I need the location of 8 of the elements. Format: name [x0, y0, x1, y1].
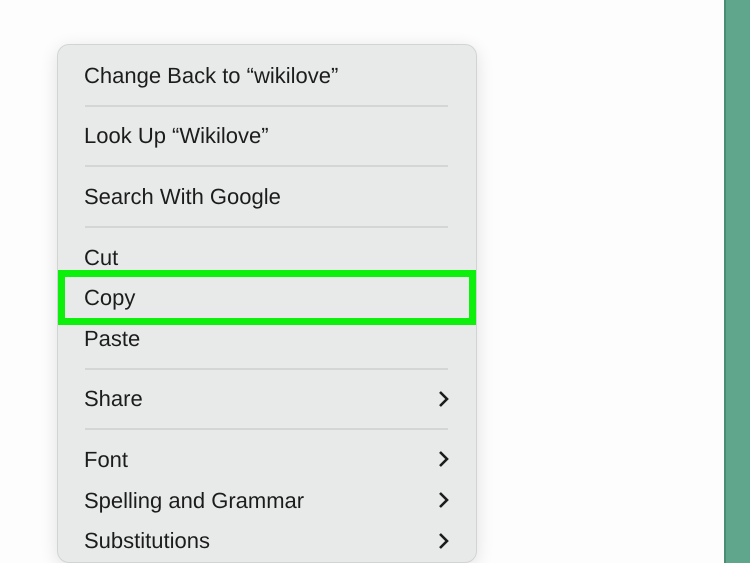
- menu-item[interactable]: Change Back to “wikilove”: [58, 55, 476, 96]
- menu-item[interactable]: Search With Google: [58, 176, 476, 217]
- menu-item[interactable]: Look Up “Wikilove”: [58, 116, 476, 156]
- menu-item[interactable]: Font: [58, 439, 476, 480]
- menu-item[interactable]: Copy: [58, 270, 476, 325]
- menu-item[interactable]: Share: [58, 378, 476, 420]
- menu-item[interactable]: Substitutions: [58, 520, 476, 561]
- menu-item[interactable]: Spelling and Grammar: [58, 480, 476, 520]
